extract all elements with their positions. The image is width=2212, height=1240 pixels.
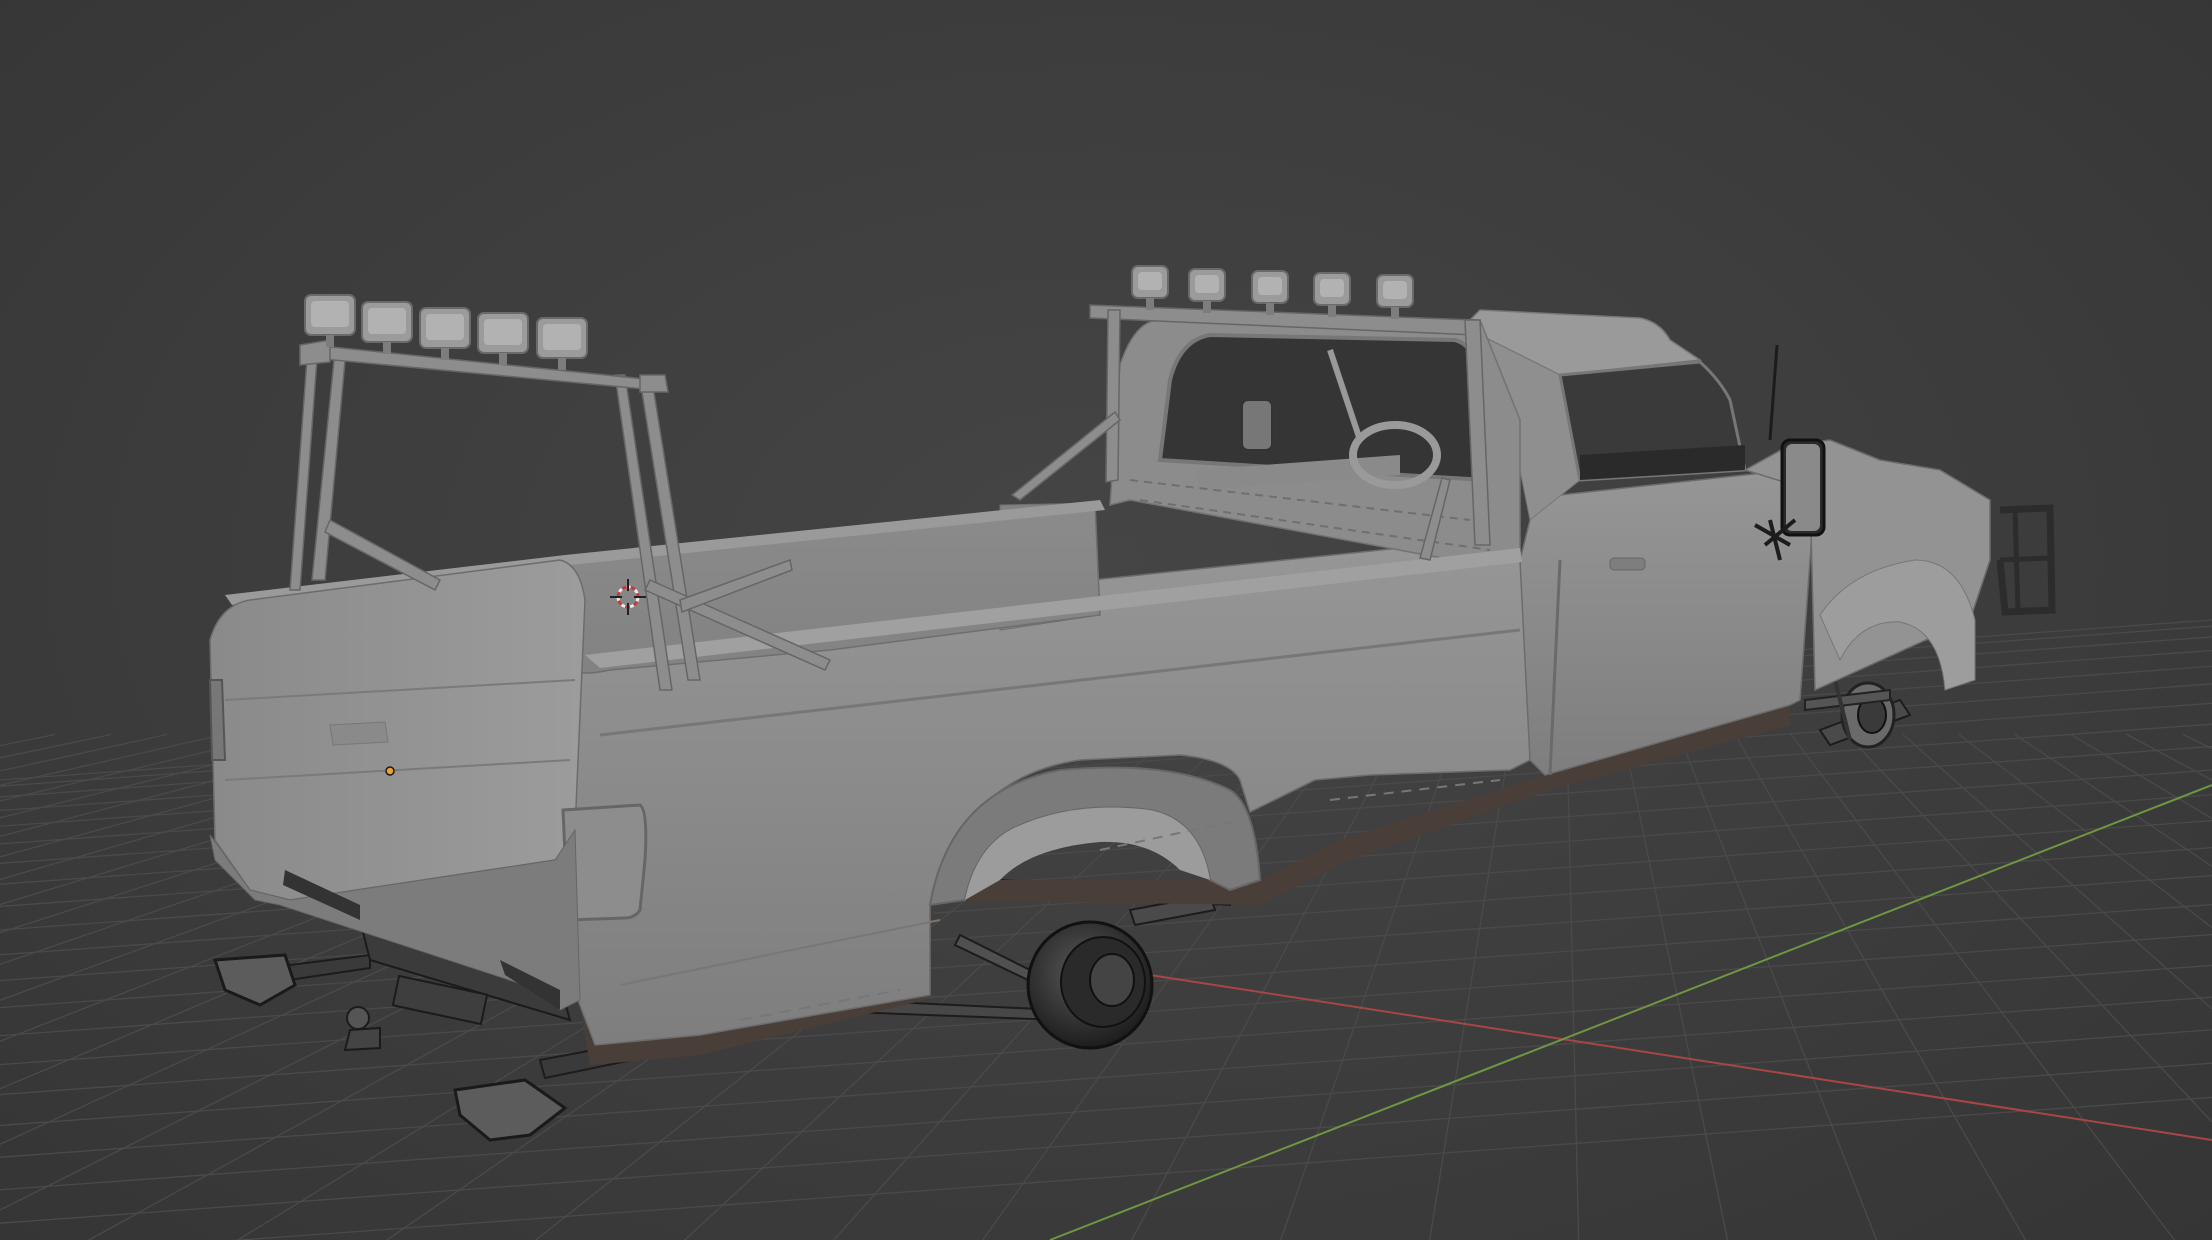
grid-line — [2070, 733, 2212, 820]
light-lamp — [1131, 265, 1169, 310]
light-lamp — [1188, 268, 1226, 313]
grid-line — [0, 1062, 2212, 1224]
grid-line — [0, 733, 224, 786]
grid-line — [1734, 734, 2027, 1240]
front-wheel-hub — [1804, 679, 1912, 749]
grid-line — [1566, 734, 1580, 1240]
light-lamp — [1376, 274, 1414, 319]
rear-wheel-hub — [1026, 920, 1154, 1050]
left-tail-light — [208, 679, 227, 761]
tailgate — [209, 559, 586, 901]
light-lamp — [304, 294, 356, 347]
3d-viewport[interactable] — [0, 0, 2212, 1240]
light-lamp — [1313, 272, 1351, 317]
hitch-ball — [346, 1006, 370, 1030]
pickup-truck-model[interactable] — [208, 265, 2056, 1142]
antenna — [1768, 344, 1779, 441]
object-origin-point[interactable] — [385, 766, 395, 776]
x-axis-line — [1149, 974, 2212, 1141]
viewport-canvas[interactable] — [0, 0, 2212, 1240]
grid-line — [1622, 734, 1729, 1240]
light-lamp — [361, 301, 413, 354]
grid-line — [0, 733, 112, 759]
light-lamp — [419, 307, 471, 360]
right-exhaust-tip — [453, 1078, 568, 1142]
grid-line — [0, 733, 168, 772]
light-lamp — [477, 312, 529, 365]
left-exhaust-tip — [212, 953, 297, 1007]
light-lamp — [1251, 270, 1289, 315]
grid-line — [0, 1029, 2212, 1191]
door-handle — [1609, 557, 1646, 571]
grid-line — [2014, 733, 2212, 868]
light-lamp — [536, 317, 588, 370]
